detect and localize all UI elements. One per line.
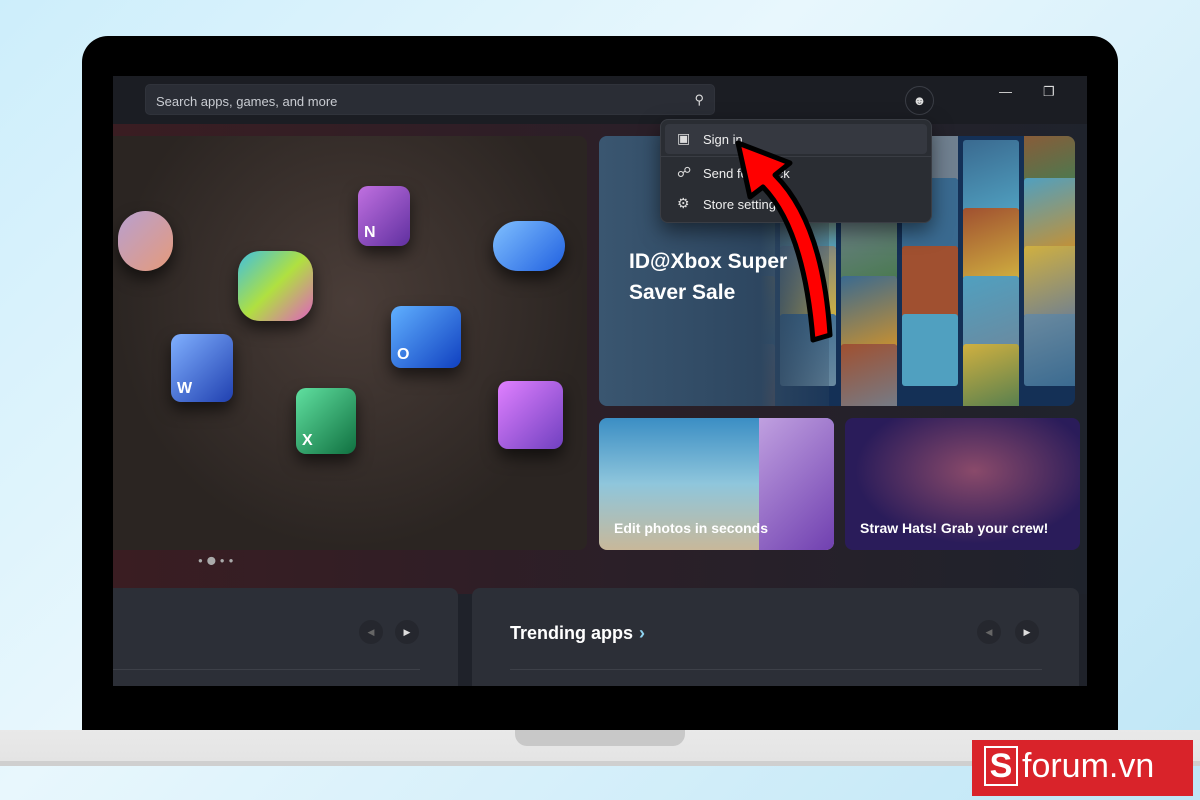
account-button[interactable]: ☻ <box>905 86 934 115</box>
game-cover <box>1024 178 1075 250</box>
onedrive-icon <box>493 221 565 271</box>
section-title: Trending apps <box>510 623 634 643</box>
watermark-text: forum.vn <box>1022 747 1155 785</box>
laptop-notch <box>515 730 685 746</box>
card-label: Straw Hats! Grab your crew! <box>860 520 1049 536</box>
hero-banner[interactable]: N O W X <box>113 136 587 550</box>
feedback-icon: ☍ <box>677 164 692 180</box>
game-cover <box>963 208 1019 280</box>
section-panel-left: ◀ ▶ <box>113 588 458 686</box>
search-input[interactable]: Search apps, games, and more ⚲ <box>145 84 715 115</box>
user-icon: ☻ <box>912 93 927 108</box>
sforum-watermark: Sforum.vn <box>972 740 1193 796</box>
game-cover <box>1024 136 1075 182</box>
search-icon[interactable]: ⚲ <box>694 92 704 108</box>
game-cover <box>963 140 1019 212</box>
badge-icon: ▣ <box>677 130 691 146</box>
excel-icon: X <box>296 388 356 454</box>
trending-apps-link[interactable]: Trending apps › <box>510 623 645 644</box>
game-cover <box>1024 246 1075 318</box>
game-cover <box>1024 314 1075 386</box>
gear-icon: ⚙ <box>677 195 690 211</box>
minimize-button[interactable]: — <box>999 84 1012 99</box>
prev-button[interactable]: ◀ <box>977 620 1001 644</box>
title-bar: Search apps, games, and more ⚲ ☻ — ❐ <box>113 76 1087 124</box>
carousel-indicator[interactable]: ●⬤●● <box>198 556 237 565</box>
stream-icon <box>498 381 563 449</box>
game-cover <box>841 344 897 406</box>
red-annotation-arrow <box>735 140 833 343</box>
divider <box>510 669 1042 670</box>
game-cover <box>841 276 897 348</box>
copilot-art <box>118 211 173 271</box>
onenote-icon: N <box>358 186 410 246</box>
outlook-icon: O <box>391 306 461 368</box>
card-one-piece[interactable]: Straw Hats! Grab your crew! <box>845 418 1080 550</box>
restore-button[interactable]: ❐ <box>1043 84 1055 100</box>
game-cover <box>963 276 1019 348</box>
sforum-logo-mark: S <box>984 746 1018 786</box>
game-cover <box>902 246 958 318</box>
photo-edit-art <box>759 418 834 550</box>
next-button[interactable]: ▶ <box>1015 620 1039 644</box>
game-cover <box>902 314 958 386</box>
copilot-icon <box>238 251 313 321</box>
search-placeholder: Search apps, games, and more <box>156 94 338 109</box>
card-label: Edit photos in seconds <box>614 520 769 536</box>
microsoft-store-window: Search apps, games, and more ⚲ ☻ — ❐ N O… <box>113 76 1087 686</box>
chevron-right-icon: › <box>639 623 646 643</box>
prev-button[interactable]: ◀ <box>359 620 383 644</box>
divider <box>113 669 420 670</box>
next-button[interactable]: ▶ <box>395 620 419 644</box>
section-trending-apps: Trending apps › ◀ ▶ <box>472 588 1079 686</box>
game-cover <box>963 344 1019 406</box>
card-edit-photos[interactable]: Edit photos in seconds <box>599 418 834 550</box>
word-icon: W <box>171 334 233 402</box>
